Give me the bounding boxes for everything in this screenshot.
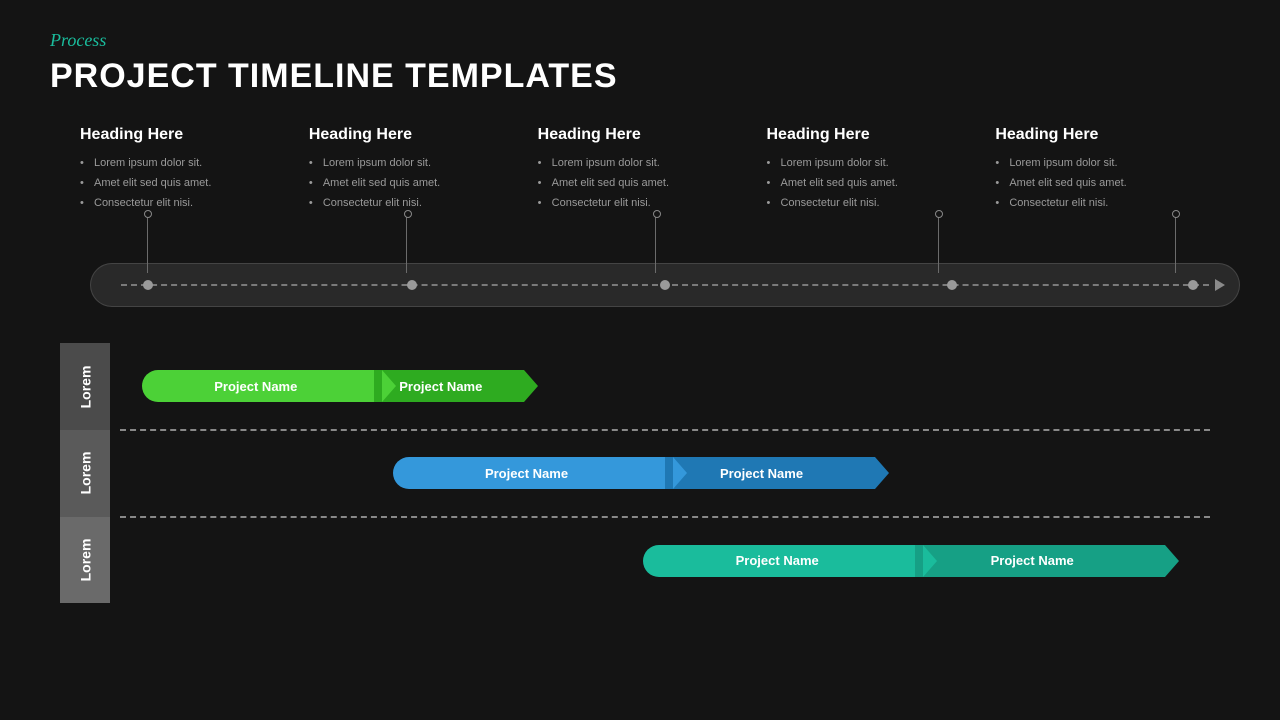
project-bar: Project Name xyxy=(665,457,875,489)
milestone-col-4: Heading Here Lorem ipsum dolor sit. Amet… xyxy=(995,126,1210,213)
project-bar: Project Name xyxy=(374,370,524,402)
bullet: Amet elit sed quis amet. xyxy=(995,174,1210,194)
timeline-track xyxy=(80,213,1210,313)
timeline-node xyxy=(947,280,957,290)
milestone-col-0: Heading Here Lorem ipsum dolor sit. Amet… xyxy=(80,126,295,213)
timeline-node xyxy=(143,280,153,290)
project-bar: Project Name xyxy=(915,545,1165,577)
timeline-node xyxy=(407,280,417,290)
milestone-columns: Heading Here Lorem ipsum dolor sit. Amet… xyxy=(0,106,1280,213)
bar-group: Project Name Project Name xyxy=(643,545,1165,577)
milestone-heading: Heading Here xyxy=(80,126,295,144)
page-title: PROJECT TIMELINE TEMPLATES xyxy=(50,57,1230,96)
row-label-1: Lorem xyxy=(60,430,110,517)
connector-line xyxy=(147,213,148,273)
milestone-heading: Heading Here xyxy=(766,126,981,144)
bullet: Consectetur elit nisi. xyxy=(80,194,295,214)
bullet: Lorem ipsum dolor sit. xyxy=(538,154,753,174)
bar-group: Project Name Project Name xyxy=(142,370,524,402)
milestone-col-2: Heading Here Lorem ipsum dolor sit. Amet… xyxy=(538,126,753,213)
bullet: Lorem ipsum dolor sit. xyxy=(995,154,1210,174)
connector-line xyxy=(655,213,656,273)
lane-2: Project Name Project Name xyxy=(120,518,1210,603)
track-pill xyxy=(90,263,1240,307)
lane-1: Project Name Project Name xyxy=(120,431,1210,518)
bullet: Amet elit sed quis amet. xyxy=(538,174,753,194)
bullet: Amet elit sed quis amet. xyxy=(309,174,524,194)
bullet: Consectetur elit nisi. xyxy=(538,194,753,214)
bullet: Lorem ipsum dolor sit. xyxy=(80,154,295,174)
milestone-col-3: Heading Here Lorem ipsum dolor sit. Amet… xyxy=(766,126,981,213)
timeline-node xyxy=(1188,280,1198,290)
milestone-heading: Heading Here xyxy=(995,126,1210,144)
bullet: Consectetur elit nisi. xyxy=(766,194,981,214)
project-bar: Project Name xyxy=(142,370,382,402)
project-bar: Project Name xyxy=(643,545,923,577)
milestone-heading: Heading Here xyxy=(538,126,753,144)
gantt-area: Lorem Lorem Lorem Project Name Project N… xyxy=(60,343,1210,603)
bullet: Amet elit sed quis amet. xyxy=(766,174,981,194)
connector-line xyxy=(938,213,939,273)
bullet: Lorem ipsum dolor sit. xyxy=(766,154,981,174)
connector-line xyxy=(406,213,407,273)
milestone-col-1: Heading Here Lorem ipsum dolor sit. Amet… xyxy=(309,126,524,213)
timeline-node xyxy=(660,280,670,290)
lane-0: Project Name Project Name xyxy=(120,343,1210,430)
bullet: Amet elit sed quis amet. xyxy=(80,174,295,194)
milestone-heading: Heading Here xyxy=(309,126,524,144)
project-bar: Project Name xyxy=(393,457,673,489)
arrow-right-icon xyxy=(1215,279,1225,291)
bar-group: Project Name Project Name xyxy=(393,457,875,489)
kicker: Process xyxy=(50,30,1230,51)
bullet: Lorem ipsum dolor sit. xyxy=(309,154,524,174)
connector-line xyxy=(1175,213,1176,273)
row-label-2: Lorem xyxy=(60,517,110,604)
bullet: Consectetur elit nisi. xyxy=(309,194,524,214)
row-label-0: Lorem xyxy=(60,343,110,430)
